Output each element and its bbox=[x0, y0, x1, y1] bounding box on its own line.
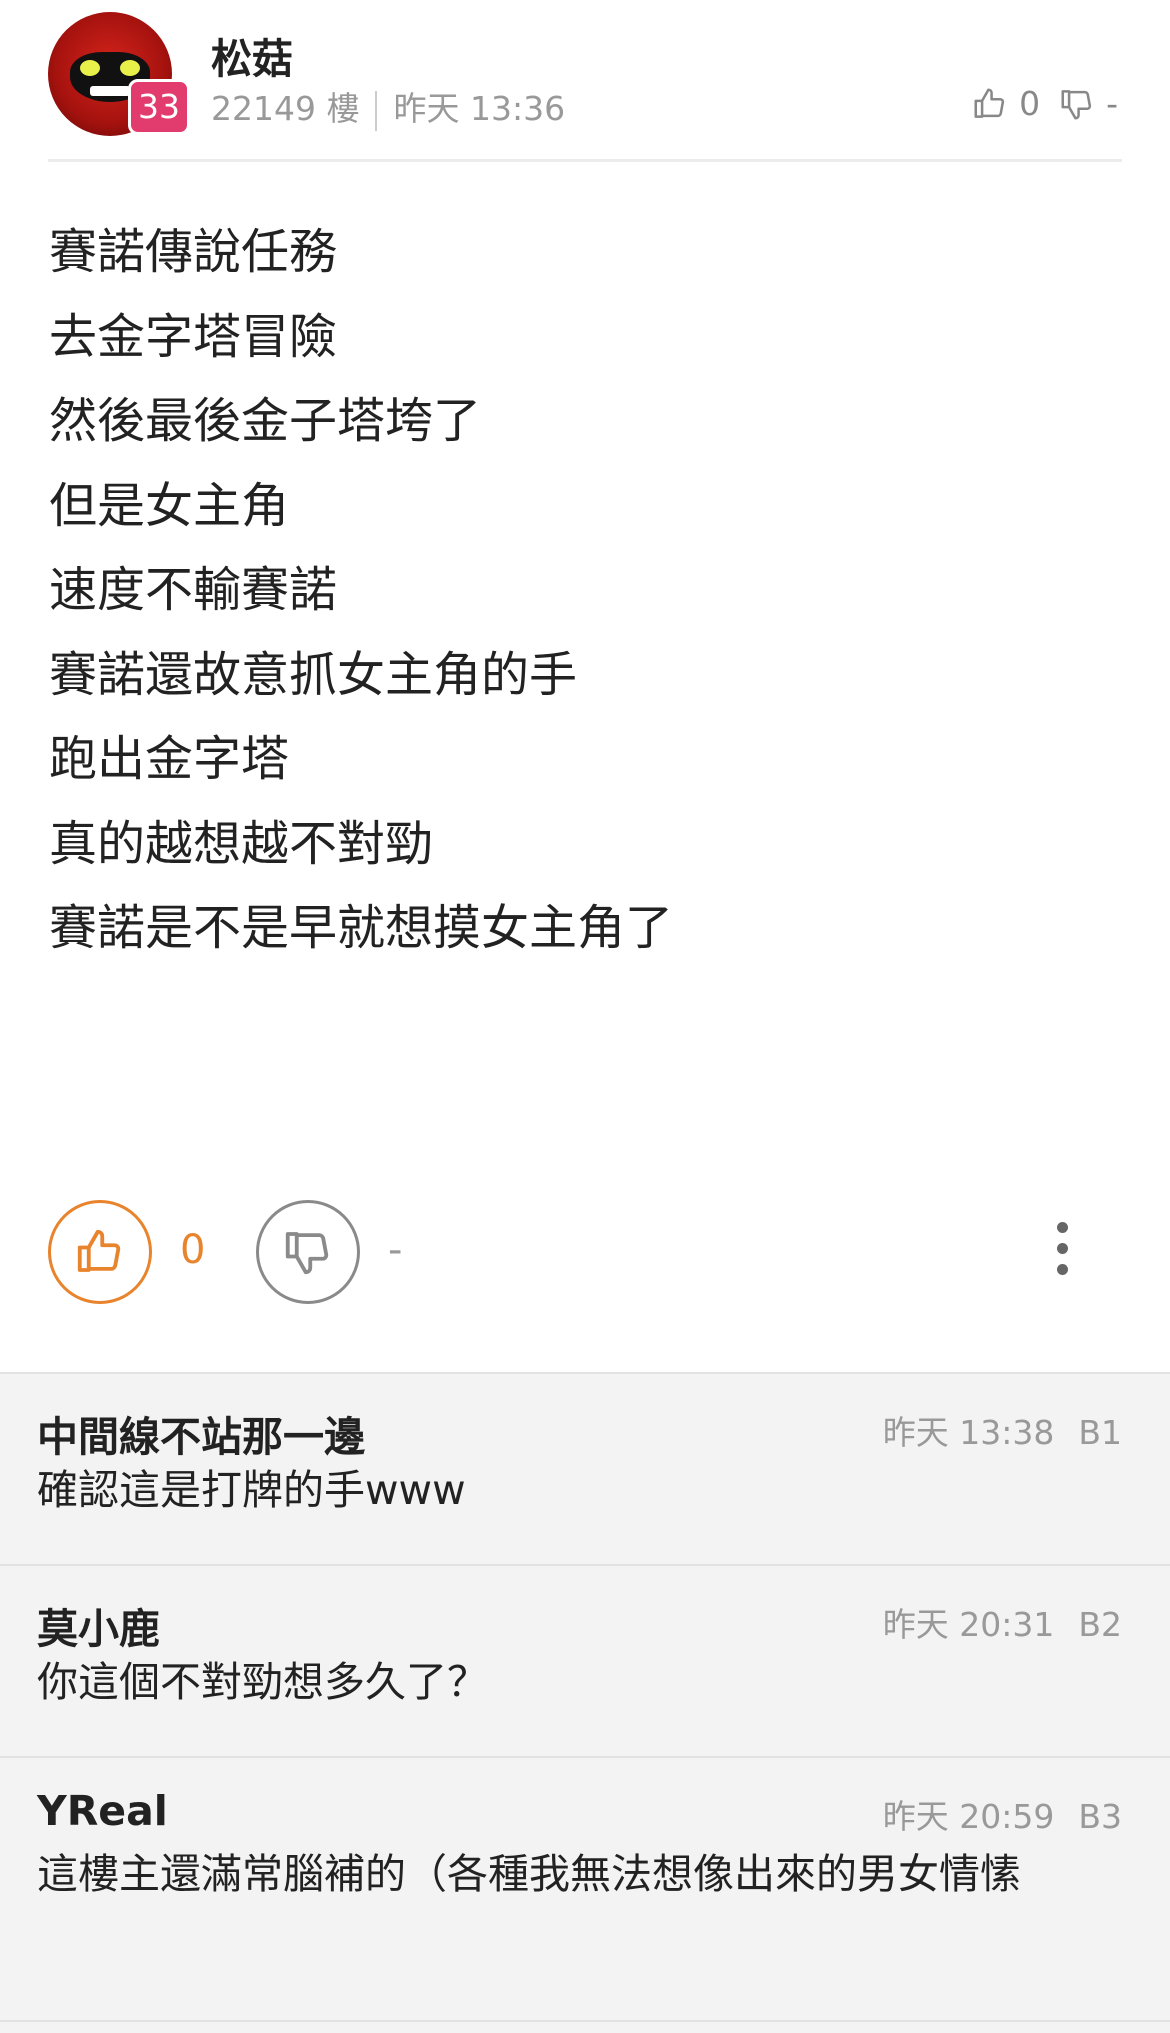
post-line: 去金字塔冒險 bbox=[49, 308, 338, 365]
reply-meta: 昨天 20:59 B3 bbox=[883, 1790, 1122, 1838]
reply-time: 昨天 20:59 bbox=[882, 1797, 1055, 1836]
level-badge: 33 bbox=[128, 79, 190, 135]
reply-time: 昨天 13:38 bbox=[882, 1413, 1055, 1452]
meta-divider bbox=[375, 90, 378, 131]
post-line: 真的越想越不對勁 bbox=[49, 815, 434, 872]
reply-floor: B2 bbox=[1078, 1605, 1122, 1644]
reply-meta: 昨天 13:38 B1 bbox=[883, 1406, 1122, 1454]
mini-dislike-count: - bbox=[1106, 84, 1118, 123]
reply-author[interactable]: 莫小鹿 bbox=[37, 1595, 160, 1655]
post-line: 賽諾還故意抓女主角的手 bbox=[49, 646, 578, 703]
reply-text: 確認這是打牌的手www bbox=[37, 1466, 466, 1514]
vote-bar: 0 - bbox=[48, 1200, 1122, 1308]
post-line: 然後最後金子塔垮了 bbox=[49, 393, 482, 449]
reply-floor: B3 bbox=[1078, 1797, 1122, 1836]
reply-item[interactable]: YReal 昨天 20:59 B3 這樓主還滿常腦補的（各種我無法想像出來的男女情… bbox=[0, 1758, 1170, 2022]
like-count: 0 bbox=[180, 1227, 206, 1273]
post-line: 跑出金字塔 bbox=[49, 731, 290, 787]
post-line: 賽諾是不是早就想摸女主角了 bbox=[49, 900, 674, 956]
thumbs-down-icon bbox=[285, 1232, 329, 1275]
mini-vote-summary: 0 - bbox=[971, 84, 1118, 123]
reply-item[interactable]: 莫小鹿 昨天 20:31 B2 你這個不對勁想多久了？ bbox=[0, 1566, 1170, 1758]
reply-text: 這樓主還滿常腦補的（各種我無法想像出來的男女情愫 bbox=[37, 1850, 1021, 1898]
like-button[interactable] bbox=[48, 1200, 152, 1304]
post-header: 33 松菇 22149 樓昨天 13:36 0 - bbox=[0, 0, 1170, 160]
dislike-count: - bbox=[388, 1227, 403, 1273]
post-time: 昨天 13:36 bbox=[393, 89, 566, 128]
reply-text: 你這個不對勁想多久了？ bbox=[37, 1658, 488, 1706]
thumbs-up-icon[interactable] bbox=[971, 85, 1009, 123]
mini-like-count: 0 bbox=[1019, 84, 1041, 123]
post-line: 速度不輸賽諾 bbox=[49, 562, 338, 618]
thumbs-down-icon[interactable] bbox=[1058, 85, 1096, 123]
header-divider bbox=[48, 159, 1122, 162]
reply-list: 中間線不站那一邊 昨天 13:38 B1 確認這是打牌的手www 莫小鹿 昨天 2… bbox=[0, 1372, 1170, 2033]
author-name[interactable]: 松菇 bbox=[211, 25, 293, 85]
post-body: 賽諾傳說任務 去金字塔冒險 然後最後金子塔垮了 但是女主角 速度不輸賽諾 賽諾還… bbox=[49, 210, 673, 971]
thumbs-up-icon bbox=[77, 1229, 121, 1272]
more-vertical-icon[interactable] bbox=[1054, 1222, 1070, 1282]
reply-time: 昨天 20:31 bbox=[882, 1605, 1055, 1644]
post-line: 但是女主角 bbox=[49, 477, 290, 534]
reply-item[interactable]: 中間線不站那一邊 昨天 13:38 B1 確認這是打牌的手www bbox=[0, 1374, 1170, 1566]
floor-number: 22149 樓 bbox=[211, 89, 360, 128]
post-line: 賽諾傳說任務 bbox=[49, 224, 338, 280]
post-meta: 22149 樓昨天 13:36 bbox=[211, 82, 565, 131]
reply-author[interactable]: YReal bbox=[37, 1787, 168, 1835]
dislike-button[interactable] bbox=[256, 1200, 360, 1304]
reply-author[interactable]: 中間線不站那一邊 bbox=[37, 1403, 365, 1463]
reply-floor: B1 bbox=[1078, 1413, 1122, 1452]
reply-meta: 昨天 20:31 B2 bbox=[883, 1598, 1122, 1646]
